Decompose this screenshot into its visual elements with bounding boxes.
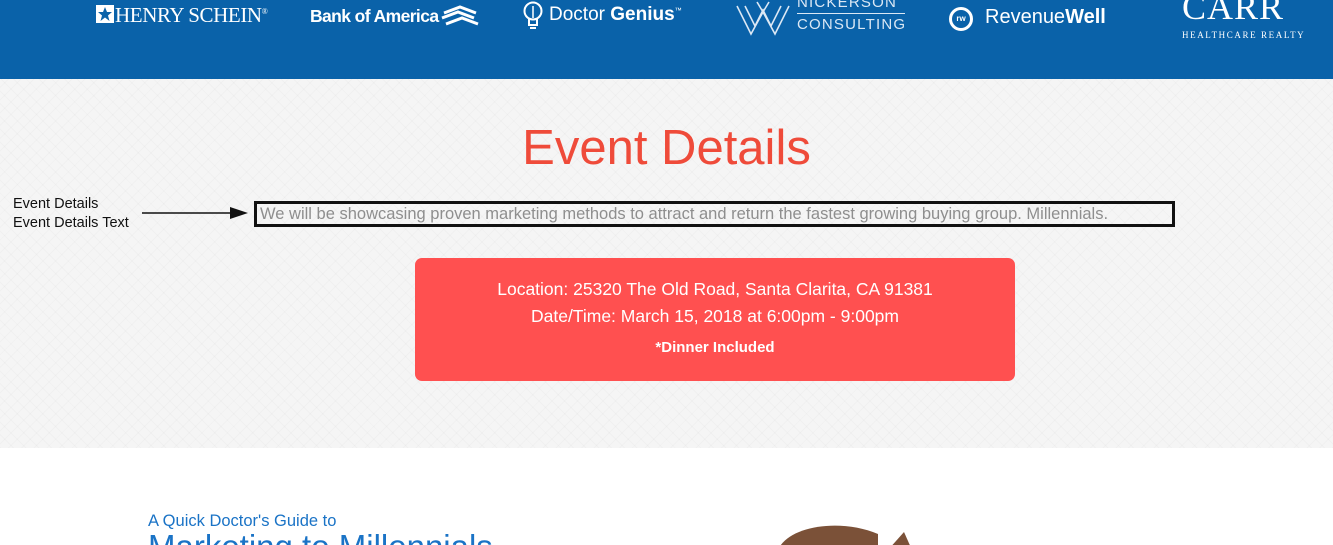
guide-illustration	[781, 525, 910, 545]
revenuewell-name-part2: Well	[1065, 6, 1106, 28]
trademark-mark: ™	[674, 7, 682, 15]
doctor-genius-name-part1: Doctor	[549, 4, 605, 25]
annotation-label: Event Details Event Details Text	[13, 195, 129, 233]
event-details-section: Event Details We will be showcasing prov…	[0, 79, 1333, 448]
sponsor-logo-bar: HENRY SCHEIN® Bank of America Doctor Gen…	[0, 0, 1333, 79]
revenuewell-badge-icon: rw	[949, 7, 973, 31]
annotation-line2: Event Details Text	[13, 215, 129, 231]
carr-tagline: HEALTHCARE REALTY	[1182, 30, 1306, 40]
doctor-genius-name-part2: Genius	[610, 4, 675, 25]
event-dinner-note: *Dinner Included	[655, 339, 775, 356]
carr-name: CARR	[1182, 0, 1285, 27]
event-details-title: Event Details	[522, 121, 811, 175]
nickerson-line1: NICKERSON	[797, 0, 897, 11]
nickerson-w-icon	[736, 1, 790, 36]
event-datetime: Date/Time: March 15, 2018 at 6:00pm - 9:…	[530, 306, 899, 326]
guide-title: Marketing to Millennials	[148, 528, 493, 545]
henry-schein-name: HENRY SCHEIN	[115, 3, 262, 27]
bank-of-america-flag-icon	[441, 5, 479, 26]
bank-of-america-name: Bank of America	[310, 6, 439, 26]
henry-schein-star-icon	[96, 5, 114, 23]
registered-mark: ®	[261, 7, 268, 16]
revenuewell-name-part1: Revenue	[985, 6, 1066, 28]
nickerson-line2: CONSULTING	[797, 16, 907, 33]
annotation-line1: Event Details	[13, 196, 99, 212]
event-location: Location: 25320 The Old Road, Santa Clar…	[497, 279, 933, 299]
lightbulb-icon	[523, 1, 543, 29]
guide-section: A Quick Doctor's Guide to Marketing to M…	[0, 448, 1333, 545]
event-details-text: We will be showcasing proven marketing m…	[254, 201, 1175, 227]
annotation-arrow-icon	[142, 207, 248, 219]
event-info-card: Location: 25320 The Old Road, Santa Clar…	[415, 258, 1015, 381]
nickerson-divider	[797, 13, 905, 14]
